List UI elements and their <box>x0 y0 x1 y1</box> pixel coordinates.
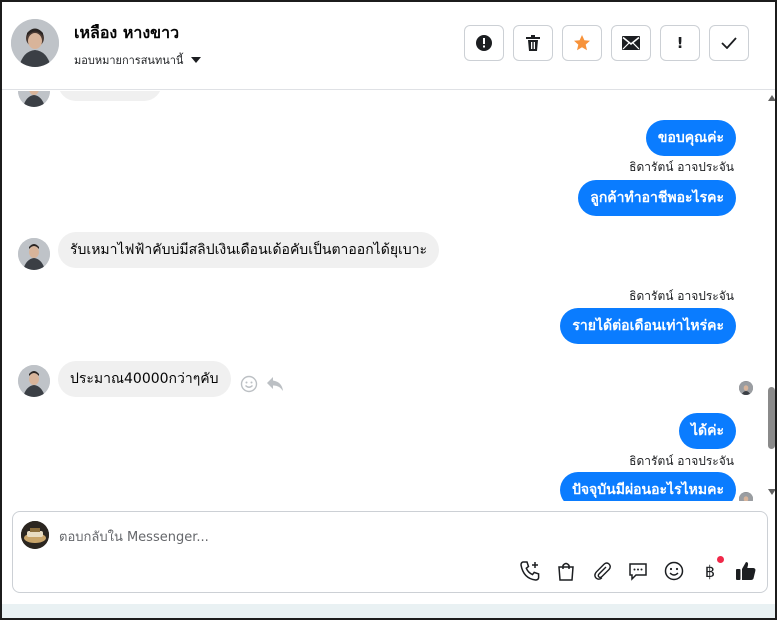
attach-button[interactable] <box>591 560 613 582</box>
emoji-button[interactable] <box>663 560 685 582</box>
message-outgoing[interactable]: รายได้ต่อเดือนเท่าไหร่คะ <box>560 308 736 344</box>
message-incoming[interactable]: ประมาณ40000กว่าๆคับ <box>58 361 231 397</box>
envelope-icon <box>622 36 640 50</box>
contact-name[interactable]: เหลือง หางขาว <box>74 21 179 46</box>
baht-payment-icon: ฿ <box>704 561 716 581</box>
assign-label: มอบหมายการสนทนานี้ <box>74 54 184 67</box>
notification-dot <box>717 556 724 563</box>
paperclip-icon <box>594 562 611 580</box>
header-actions: ! <box>464 25 749 61</box>
assign-conversation-dropdown[interactable]: มอบหมายการสนทนานี้ <box>74 51 202 69</box>
read-receipt-avatar <box>739 381 753 395</box>
reply-icon[interactable] <box>266 376 284 392</box>
delete-button[interactable] <box>513 25 553 61</box>
exclamation-icon: ! <box>676 34 684 52</box>
reply-input[interactable] <box>59 526 739 548</box>
contact-avatar[interactable] <box>11 19 59 67</box>
message-outgoing[interactable]: ขอบคุณค่ะ <box>645 120 736 156</box>
message-list[interactable]: 095196540 ขอบคุณค่ะ ธิดารัตน์ อาจประจัน … <box>2 91 764 501</box>
scroll-up-arrow-icon[interactable] <box>768 95 775 101</box>
saved-replies-button[interactable] <box>627 560 649 582</box>
important-button[interactable]: ! <box>660 25 700 61</box>
sender-name: ธิดารัตน์ อาจประจัน <box>629 160 734 174</box>
message-outgoing[interactable]: ปัจจุบันมีผ่อนอะไรไหมคะ <box>559 472 736 501</box>
mark-done-button[interactable] <box>709 25 749 61</box>
like-button[interactable] <box>735 560 757 582</box>
message-incoming[interactable]: 095196540 <box>58 91 163 101</box>
messenger-conversation-panel: เหลือง หางขาว มอบหมายการสนทนานี้ ! ขอบคุ… <box>0 0 777 620</box>
trash-icon <box>526 35 540 51</box>
payment-button[interactable]: ฿ <box>699 556 724 582</box>
emoji-icon <box>664 561 684 581</box>
message-hover-actions <box>240 375 284 393</box>
message-text: 095196540 <box>58 91 163 101</box>
star-button[interactable] <box>562 25 602 61</box>
contact-avatar-small <box>18 238 50 270</box>
report-button[interactable] <box>464 25 504 61</box>
message-incoming[interactable]: รับเหมาไฟฟ้าคับบ่มีสลิปเงินเดือนเด้อคับเ… <box>58 232 440 268</box>
scroll-thumb[interactable] <box>768 387 775 449</box>
message-text: ได้ค่ะ <box>678 413 736 449</box>
message-text: ประมาณ40000กว่าๆคับ <box>58 361 231 397</box>
contact-avatar-small <box>18 91 50 107</box>
contact-avatar-small <box>18 365 50 397</box>
message-outgoing[interactable]: ได้ค่ะ <box>678 413 736 449</box>
star-icon <box>574 35 590 51</box>
email-button[interactable] <box>611 25 651 61</box>
message-list-scrollbar[interactable] <box>766 91 775 501</box>
message-outgoing[interactable]: ลูกค้าทำอาชีพอะไรคะ <box>578 180 736 216</box>
alert-circle-icon <box>476 35 492 51</box>
call-button[interactable] <box>519 560 541 582</box>
message-text: รายได้ต่อเดือนเท่าไหร่คะ <box>560 308 736 344</box>
scroll-down-arrow-icon[interactable] <box>768 489 775 495</box>
checkmark-icon <box>721 37 737 49</box>
react-emoji-icon[interactable] <box>240 375 258 393</box>
reply-composer: ฿ <box>12 511 768 593</box>
page-avatar <box>21 521 49 549</box>
composer-toolbar: ฿ <box>519 556 757 582</box>
shopping-bag-icon <box>558 562 574 581</box>
read-receipt-avatar <box>739 492 753 501</box>
caret-down-icon <box>191 57 202 63</box>
message-text: ขอบคุณค่ะ <box>645 120 736 156</box>
bottom-strip <box>2 604 775 618</box>
message-text: ปัจจุบันมีผ่อนอะไรไหมคะ <box>559 472 736 501</box>
saved-reply-icon <box>629 563 647 581</box>
sender-name: ธิดารัตน์ อาจประจัน <box>629 454 734 468</box>
message-text: ลูกค้าทำอาชีพอะไรคะ <box>578 180 736 216</box>
phone-add-icon <box>520 561 540 581</box>
conversation-header: เหลือง หางขาว มอบหมายการสนทนานี้ ! <box>2 2 775 90</box>
shop-button[interactable] <box>555 560 577 582</box>
message-text: รับเหมาไฟฟ้าคับบ่มีสลิปเงินเดือนเด้อคับเ… <box>58 232 440 268</box>
sender-name: ธิดารัตน์ อาจประจัน <box>629 289 734 303</box>
thumbs-up-icon <box>736 562 756 580</box>
